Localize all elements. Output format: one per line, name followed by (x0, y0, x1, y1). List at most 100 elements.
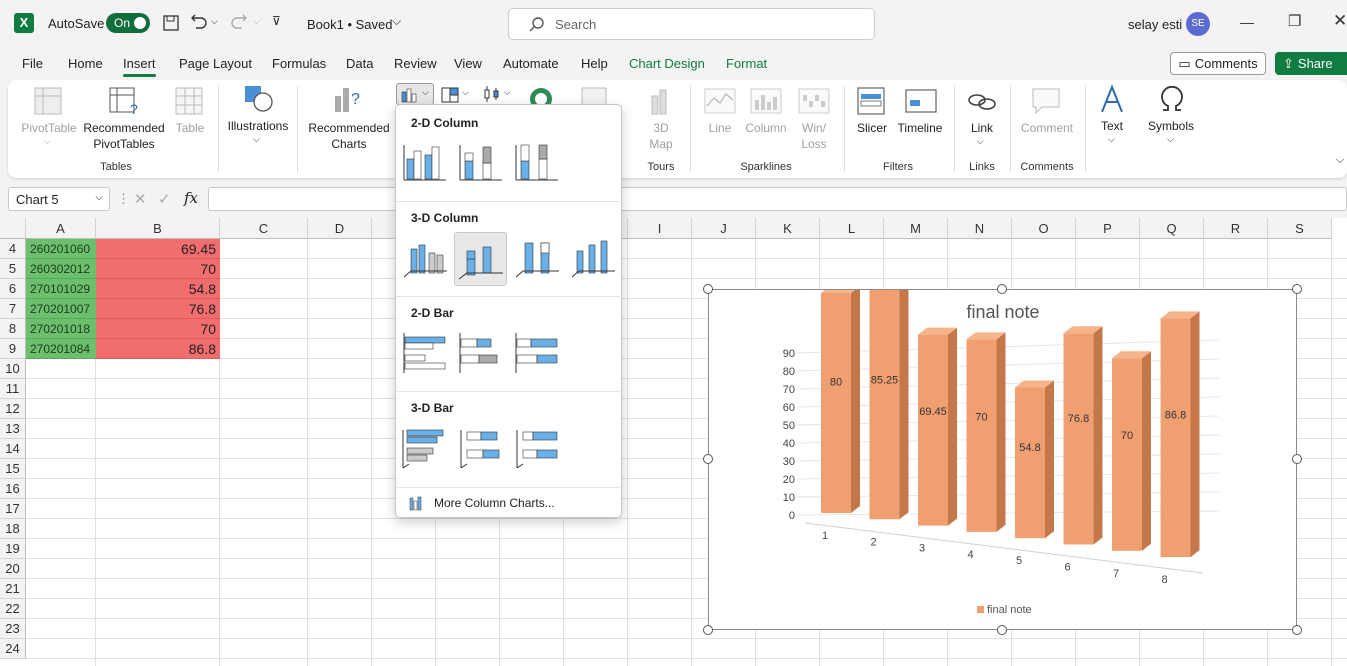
3d-100-stacked-bar-icon[interactable] (513, 424, 561, 472)
resize-handle[interactable] (1292, 625, 1302, 635)
100-stacked-bar-icon[interactable] (513, 329, 561, 377)
sparkline-line-button[interactable]: Line (700, 121, 740, 135)
cell-a5[interactable]: 260302012 (26, 259, 96, 279)
title-chevron-down-icon[interactable]: ⌵ (392, 14, 401, 29)
row-header-14[interactable]: 14 (0, 439, 26, 459)
column-header-c[interactable]: C (220, 218, 308, 239)
tab-chart-design[interactable]: Chart Design (629, 56, 705, 71)
hierarchy-chart-icon[interactable] (440, 86, 462, 104)
column-header-a[interactable]: A (26, 218, 96, 239)
row-header-19[interactable]: 19 (0, 539, 26, 559)
row-header-8[interactable]: 8 (0, 319, 26, 339)
cell-b4[interactable]: 69.45 (96, 239, 220, 259)
column-header-s[interactable]: S (1268, 218, 1332, 239)
row-header-20[interactable]: 20 (0, 559, 26, 579)
recommended-pivottables-line2[interactable]: PivotTables (80, 137, 168, 151)
link-button[interactable]: Link (962, 121, 1002, 135)
autosave-toggle[interactable]: On (106, 13, 150, 33)
tab-formulas[interactable]: Formulas (272, 56, 326, 71)
column-header-r[interactable]: R (1204, 218, 1268, 239)
clustered-bar-icon[interactable] (401, 329, 449, 377)
tab-data[interactable]: Data (346, 56, 373, 71)
row-header-6[interactable]: 6 (0, 279, 26, 299)
tab-view[interactable]: View (454, 56, 482, 71)
3d-map-line1[interactable]: 3D (644, 121, 678, 135)
tab-home[interactable]: Home (68, 56, 103, 71)
row-header-7[interactable]: 7 (0, 299, 26, 319)
cell-a9[interactable]: 270201084 (26, 339, 96, 359)
cell-a6[interactable]: 270101029 (26, 279, 96, 299)
user-name[interactable]: selay esti (1128, 17, 1182, 32)
resize-handle[interactable] (703, 625, 713, 635)
tab-file[interactable]: File (22, 56, 43, 71)
cell-b6[interactable]: 54.8 (96, 279, 220, 299)
stock-chart-dropdown-icon[interactable]: ⌵ (504, 87, 511, 98)
resize-handle[interactable] (997, 284, 1007, 294)
row-header-13[interactable]: 13 (0, 419, 26, 439)
collapse-ribbon-icon[interactable]: ⌵ (1336, 154, 1344, 167)
select-all-corner[interactable] (0, 218, 26, 239)
timeline-button[interactable]: Timeline (892, 121, 948, 135)
cell-a4[interactable]: 260201060 (26, 239, 96, 259)
cell-a8[interactable]: 270201018 (26, 319, 96, 339)
pivottable-button[interactable]: PivotTable (20, 121, 78, 135)
column-header-i[interactable]: I (628, 218, 692, 239)
tab-format[interactable]: Format (726, 56, 767, 71)
row-header-16[interactable]: 16 (0, 479, 26, 499)
3d-clustered-bar-icon[interactable] (401, 424, 449, 472)
slicer-button[interactable]: Slicer (850, 121, 894, 135)
insert-function-icon[interactable]: fx (184, 189, 198, 207)
text-button[interactable]: Text (1092, 119, 1132, 133)
symbols-dropdown-icon[interactable]: ⌵ (1167, 134, 1174, 145)
row-header-22[interactable]: 22 (0, 599, 26, 619)
column-header-m[interactable]: M (884, 218, 948, 239)
text-dropdown-icon[interactable]: ⌵ (1108, 134, 1115, 145)
row-header-21[interactable]: 21 (0, 579, 26, 599)
resize-handle[interactable] (703, 454, 713, 464)
stock-chart-icon[interactable] (482, 84, 504, 104)
3d-100-stacked-column-icon[interactable] (513, 233, 561, 281)
3d-stacked-bar-icon[interactable] (457, 424, 505, 472)
sparkline-column-button[interactable]: Column (742, 121, 790, 135)
recommended-pivottables-line1[interactable]: Recommended (80, 121, 168, 135)
100-stacked-column-icon[interactable] (513, 139, 561, 187)
row-header-15[interactable]: 15 (0, 459, 26, 479)
row-header-4[interactable]: 4 (0, 239, 26, 259)
resize-handle[interactable] (1292, 454, 1302, 464)
column-header-j[interactable]: J (692, 218, 756, 239)
cancel-icon[interactable]: ✕ (134, 190, 147, 208)
sparkline-winloss-line1[interactable]: Win/ (794, 121, 834, 135)
row-header-11[interactable]: 11 (0, 379, 26, 399)
column-header-n[interactable]: N (948, 218, 1012, 239)
redo-icon[interactable] (230, 14, 248, 32)
tab-automate[interactable]: Automate (503, 56, 559, 71)
undo-dropdown-icon[interactable]: ⌵ (211, 16, 218, 27)
cell-a7[interactable]: 270201007 (26, 299, 96, 319)
recommended-charts-line2[interactable]: Charts (306, 137, 392, 151)
column-header-d[interactable]: D (308, 218, 372, 239)
row-header-17[interactable]: 17 (0, 499, 26, 519)
illustrations-dropdown-icon[interactable]: ⌵ (253, 134, 260, 145)
stacked-column-icon[interactable] (457, 139, 505, 187)
search-box[interactable]: Search (508, 8, 875, 40)
share-button[interactable]: ⇪ Share (1275, 52, 1347, 75)
row-header-9[interactable]: 9 (0, 339, 26, 359)
3d-clustered-column-icon[interactable] (401, 233, 449, 281)
column-header-o[interactable]: O (1012, 218, 1076, 239)
row-header-23[interactable]: 23 (0, 619, 26, 639)
document-title[interactable]: Book1 • Saved (307, 17, 393, 32)
column-header-l[interactable]: L (820, 218, 884, 239)
close-icon[interactable]: ✕ (1333, 11, 1347, 31)
new-comment-button[interactable]: Comment (1018, 121, 1076, 135)
recommended-charts-line1[interactable]: Recommended (306, 121, 392, 135)
resize-handle[interactable] (997, 625, 1007, 635)
stacked-bar-icon[interactable] (457, 329, 505, 377)
avatar[interactable]: SE (1186, 12, 1210, 36)
cell-b9[interactable]: 86.8 (96, 339, 220, 359)
comments-button[interactable]: ▭ Comments (1170, 52, 1266, 75)
row-header-24[interactable]: 24 (0, 639, 26, 659)
cell-b8[interactable]: 70 (96, 319, 220, 339)
sparkline-winloss-line2[interactable]: Loss (794, 137, 834, 151)
table-button[interactable]: Table (169, 121, 211, 135)
restore-icon[interactable]: ❐ (1288, 12, 1301, 30)
